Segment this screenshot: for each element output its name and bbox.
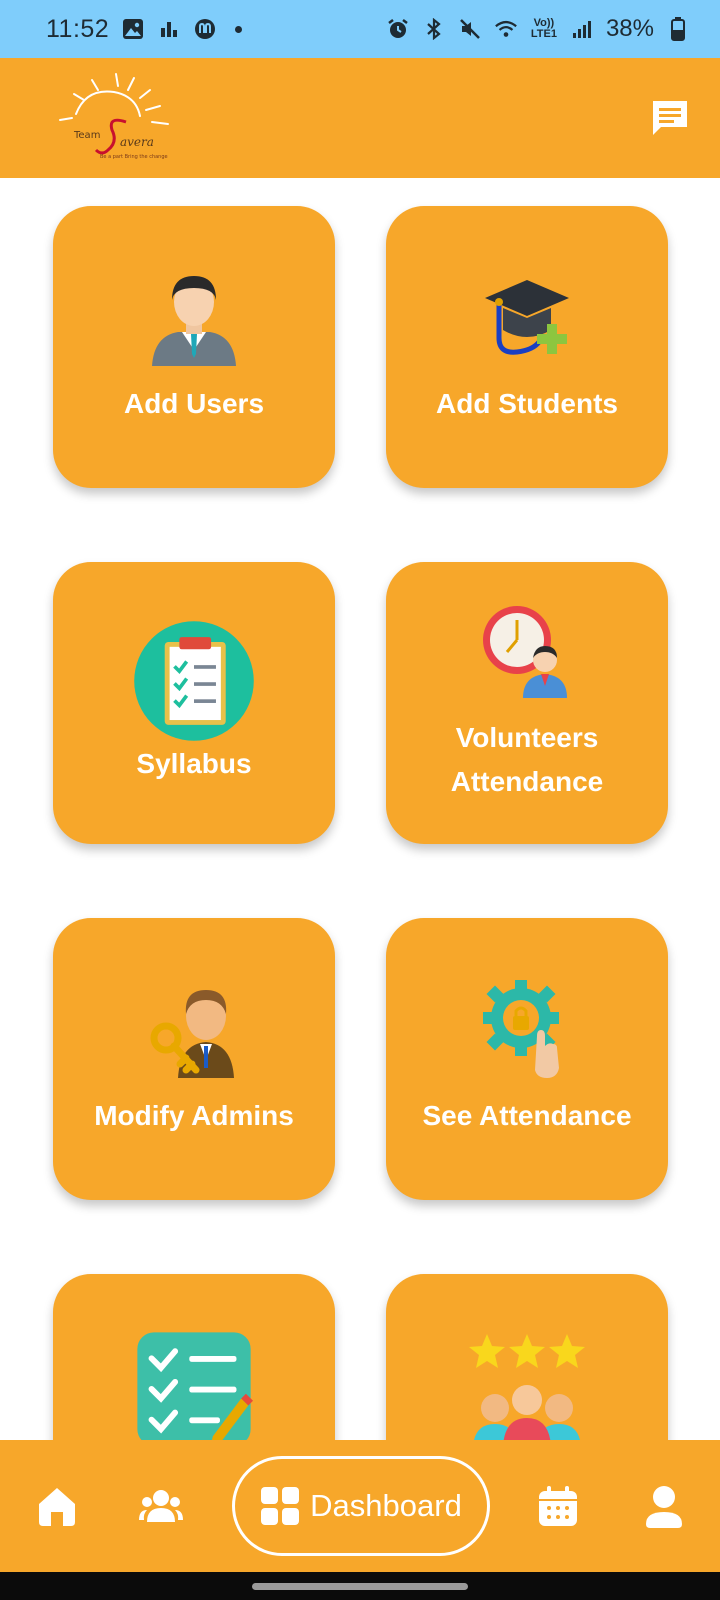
rating-group-icon <box>469 1334 585 1440</box>
gallery-icon <box>121 17 145 41</box>
see-attendance-card[interactable]: See Attendance <box>386 918 668 1200</box>
battery-percent: 38% <box>605 15 654 42</box>
chat-icon[interactable] <box>650 98 690 138</box>
chart-icon <box>157 17 181 41</box>
add-students-card[interactable]: Add Students <box>386 206 668 488</box>
home-icon[interactable] <box>35 1484 79 1528</box>
mute-icon <box>458 17 482 41</box>
volunteers-attendance-card[interactable]: Volunteers Attendance <box>386 562 668 844</box>
graduation-cap-plus-icon <box>485 280 569 355</box>
syllabus-label: Syllabus <box>136 748 252 779</box>
admin-key-icon <box>150 990 234 1078</box>
home-gesture-bar[interactable] <box>252 1583 468 1590</box>
modify-admins-card[interactable]: Modify Admins <box>53 918 335 1200</box>
status-left: 11:52 <box>46 14 243 44</box>
modify-admins-label: Modify Admins <box>94 1100 294 1131</box>
checklist-clipboard-icon <box>134 621 254 741</box>
group-icon[interactable] <box>139 1484 183 1528</box>
svg-text:Team: Team <box>73 130 100 141</box>
status-time: 11:52 <box>46 14 110 43</box>
dashboard-grid-icon <box>261 1487 300 1525</box>
syllabus-card[interactable]: Syllabus <box>53 562 335 844</box>
see-attendance-label: See Attendance <box>422 1100 632 1131</box>
svg-text:Be a part Bring the change: Be a part Bring the change <box>100 154 168 160</box>
task-list-card[interactable] <box>53 1274 335 1440</box>
volunteers-attendance-label: Volunteers Attendance <box>450 722 604 797</box>
system-nav-bar <box>0 1572 720 1600</box>
calendar-icon[interactable] <box>536 1484 580 1528</box>
team-savera-logo: Team avera Be a part Bring the change <box>59 73 169 160</box>
gear-lock-icon <box>483 980 559 1078</box>
svg-text:avera: avera <box>120 135 154 149</box>
user-icon <box>152 276 236 366</box>
app-bar: Team avera Be a part Bring the change <box>0 58 720 178</box>
dashboard-label: Dashboard <box>310 1488 462 1523</box>
add-users-label: Add Users <box>123 388 265 419</box>
rating-group-card[interactable] <box>386 1274 668 1440</box>
status-bar: 11:52 Vo)) LTE1 38% <box>0 0 720 58</box>
battery-icon <box>666 17 690 41</box>
dashboard-grid: Add Users Add Students Syllabus Voluntee… <box>0 178 720 1440</box>
clock-person-icon <box>483 606 567 698</box>
add-students-label: Add Students <box>436 388 618 419</box>
task-list-icon <box>137 1332 253 1440</box>
app-icon <box>193 17 217 41</box>
alarm-icon <box>386 17 410 41</box>
profile-icon[interactable] <box>642 1484 686 1528</box>
add-users-card[interactable]: Add Users <box>53 206 335 488</box>
status-right: Vo)) LTE1 38% <box>386 15 690 43</box>
network-label: Vo)) LTE1 <box>530 17 557 40</box>
dashboard-button[interactable]: Dashboard <box>232 1456 490 1556</box>
notification-dot <box>235 25 243 33</box>
signal-icon <box>570 17 594 41</box>
bluetooth-icon <box>422 17 446 41</box>
bottom-nav: Dashboard <box>0 1440 720 1572</box>
wifi-icon <box>494 17 518 41</box>
